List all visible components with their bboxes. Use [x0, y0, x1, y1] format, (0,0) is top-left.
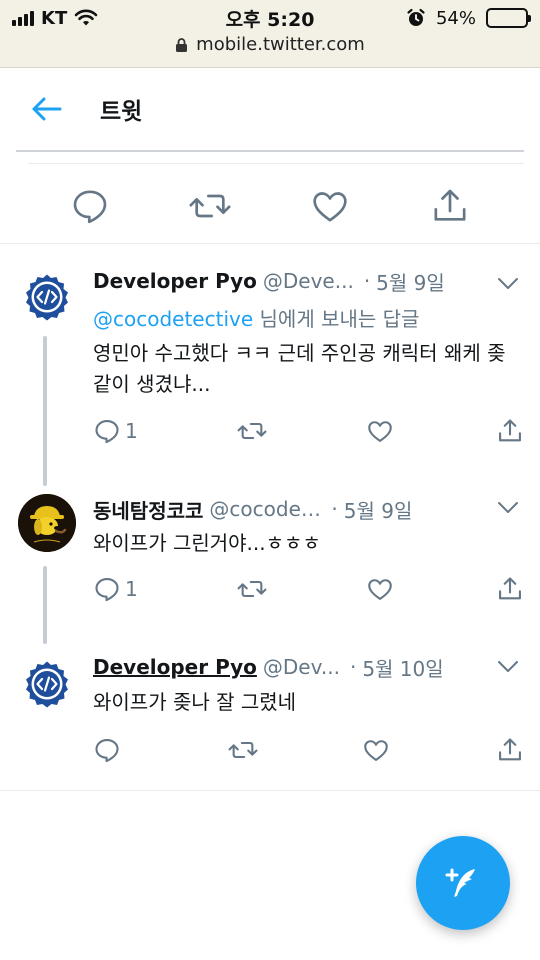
chevron-down-icon: [498, 661, 518, 672]
author-name[interactable]: 동네탐정코코: [93, 495, 203, 524]
battery-icon: [486, 8, 531, 28]
author-name[interactable]: Developer Pyo: [93, 655, 257, 679]
reply-tweet[interactable]: Developer Pyo @Dev... · 5월 10일 와이프가 좆나 잘…: [0, 638, 540, 790]
like-button[interactable]: [366, 575, 396, 603]
battery-percent: 54%: [435, 7, 476, 29]
share-icon: [434, 189, 466, 221]
url-text: mobile.twitter.com: [196, 34, 365, 55]
meta-separator: ·: [363, 269, 371, 293]
reply-tweet[interactable]: Developer Pyo @Deve... · 5월 9일 @cocodete…: [0, 244, 540, 480]
header-divider: [16, 150, 524, 152]
tweet-date[interactable]: 5월 9일: [344, 495, 413, 524]
tweet-menu-button[interactable]: [494, 653, 522, 681]
meta-separator: ·: [349, 655, 357, 679]
back-arrow-icon: [32, 97, 62, 121]
tweet-actions: 1: [93, 411, 524, 451]
share-button[interactable]: [494, 736, 524, 764]
tweet-menu-button[interactable]: [494, 270, 522, 298]
reply-icon: [95, 739, 119, 763]
tweet-header: 동네탐정코코 @cocodet... · 5월 9일: [93, 494, 480, 524]
share-icon: [499, 577, 521, 600]
reply-icon: [95, 578, 119, 602]
reply-button[interactable]: 1: [93, 575, 138, 603]
back-button[interactable]: [16, 79, 76, 139]
retweet-icon: [237, 580, 267, 598]
retweet-icon: [228, 741, 258, 759]
like-icon: [363, 740, 388, 761]
retweet-button[interactable]: [236, 417, 268, 445]
meta-separator: ·: [331, 497, 338, 521]
tweet-text: 와이프가 좆나 잘 그렸네: [93, 690, 297, 714]
chevron-down-icon: [498, 278, 518, 289]
section-divider: [0, 790, 540, 791]
developer-logo-avatar[interactable]: [18, 268, 76, 326]
compose-quill-icon: [445, 868, 475, 897]
main-reply-button[interactable]: [62, 178, 118, 234]
reply-icon: [95, 420, 119, 444]
share-icon: [499, 738, 521, 761]
developer-logo-avatar[interactable]: [18, 655, 76, 713]
lock-icon: [176, 37, 188, 52]
tweet-date[interactable]: 5월 10일: [362, 653, 443, 682]
tweet-menu-button[interactable]: [494, 494, 522, 522]
tweet-text: 영민아 수고했다 ㅋㅋ 근데 주인공 캐릭터 왜케 좆같이 생겼냐...: [93, 341, 506, 396]
reply-count: 1: [125, 577, 138, 601]
reply-mention-link[interactable]: @cocodetective: [93, 307, 253, 331]
like-button[interactable]: [366, 417, 396, 445]
main-tweet-actions: [0, 170, 540, 242]
main-retweet-button[interactable]: [182, 178, 238, 234]
retweet-button[interactable]: [236, 575, 268, 603]
retweet-icon: [237, 422, 267, 440]
like-icon: [313, 192, 347, 222]
main-share-button[interactable]: [422, 178, 478, 234]
detective-dog-avatar[interactable]: [18, 494, 76, 552]
reply-tweet[interactable]: 동네탐정코코 @cocodet... · 5월 9일 와이프가 그린거야...ㅎ…: [0, 480, 540, 638]
alarm-icon: [407, 8, 425, 26]
page-header: 트윗: [0, 68, 540, 150]
retweet-icon: [189, 194, 231, 218]
reply-icon: [73, 190, 107, 224]
status-right: 54%: [406, 6, 531, 30]
tweet-header: Developer Pyo @Deve... · 5월 9일: [93, 266, 480, 296]
tweet-actions: [93, 730, 524, 770]
like-icon: [368, 421, 392, 442]
like-button[interactable]: [362, 736, 392, 764]
author-name[interactable]: Developer Pyo: [93, 269, 257, 293]
share-icon: [499, 419, 521, 442]
main-like-button[interactable]: [302, 178, 358, 234]
tweet-header: Developer Pyo @Dev... · 5월 10일: [93, 652, 480, 682]
reply-context: @cocodetective 님에게 보내는 답글: [93, 303, 419, 332]
page-title: 트윗: [100, 99, 143, 125]
author-handle[interactable]: @cocodet...: [209, 497, 321, 521]
tweet-date[interactable]: 5월 9일: [376, 267, 445, 296]
reply-count: 1: [125, 419, 138, 443]
author-handle[interactable]: @Dev...: [263, 655, 340, 679]
tweet-text: 와이프가 그린거야...ㅎㅎㅎ: [93, 531, 321, 555]
retweet-button[interactable]: [227, 736, 259, 764]
tweet-actions: 1: [93, 569, 524, 609]
status-bar: KT 오후 5:20 54% mobile.twitter.com: [0, 0, 540, 68]
like-icon: [368, 579, 392, 600]
share-button[interactable]: [494, 417, 524, 445]
compose-tweet-button[interactable]: [416, 836, 510, 930]
chevron-down-icon: [498, 502, 518, 513]
share-button[interactable]: [494, 575, 524, 603]
content-divider: [28, 163, 524, 164]
reply-button[interactable]: 1: [93, 417, 138, 445]
reply-button[interactable]: [93, 736, 125, 764]
reply-context-suffix: 님에게 보내는 답글: [253, 307, 420, 331]
address-bar[interactable]: mobile.twitter.com: [0, 34, 540, 55]
author-handle[interactable]: @Deve...: [263, 269, 354, 293]
